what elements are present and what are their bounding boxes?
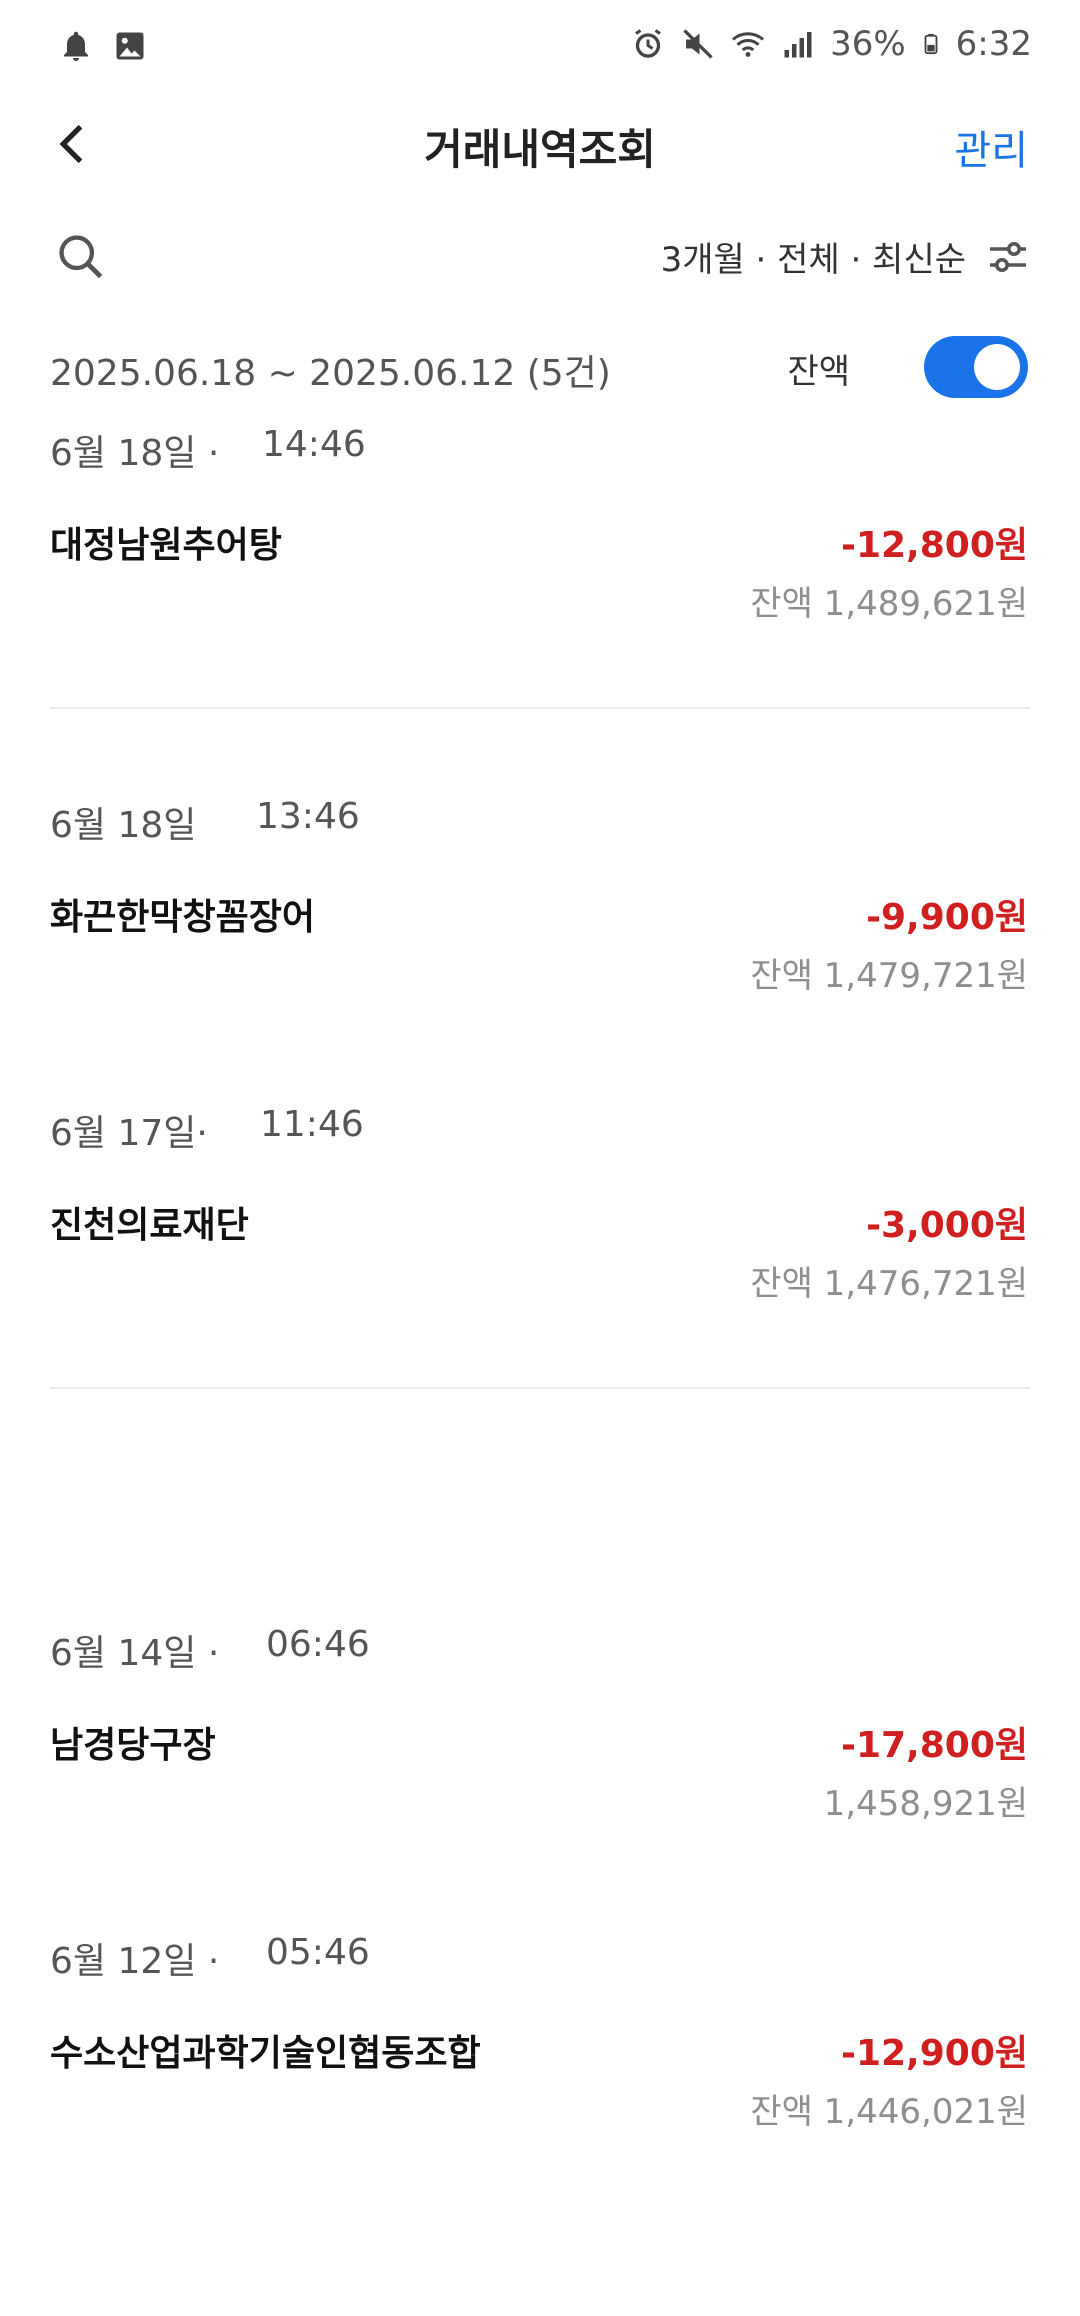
mute-icon: [683, 29, 713, 59]
transaction-amount: -12,900원: [841, 2033, 1028, 2074]
bell-icon: [64, 31, 88, 61]
battery-icon: [924, 33, 938, 55]
transaction-date: 6월 14일 ·: [50, 1633, 220, 1674]
clock: 6:32: [955, 24, 1032, 64]
transaction-time: 14:46: [262, 424, 366, 465]
transaction-date: 6월 12일 ·: [50, 1941, 220, 1982]
transaction-merchant: 남경당구장: [50, 1725, 216, 1766]
filter-summary: 3개월 · 전체 · 최신순: [660, 240, 966, 280]
status-left: [58, 28, 148, 64]
balance-toggle-label: 잔액: [787, 352, 850, 392]
manage-button[interactable]: 관리: [954, 118, 1028, 176]
transaction-balance: 잔액 1,446,021원: [750, 2092, 1028, 2132]
search-icon[interactable]: [54, 230, 106, 282]
transaction-date: 6월 18일: [50, 805, 197, 846]
transaction-amount: -3,000원: [866, 1205, 1028, 1246]
transaction-amount: -17,800원: [841, 1725, 1028, 1766]
balance-toggle[interactable]: [924, 336, 1028, 398]
app-header: 거래내역조회 관리: [0, 100, 1080, 188]
transaction-time: 06:46: [266, 1624, 370, 1665]
transaction-amount: -9,900원: [866, 897, 1028, 938]
status-bar: 36% 6:32: [0, 0, 1080, 90]
transaction-balance: 잔액 1,489,621원: [750, 584, 1028, 624]
transaction-merchant: 대정남원추어탕: [50, 525, 282, 566]
transaction-amount: -12,800원: [841, 525, 1028, 566]
transaction-time: 13:46: [256, 796, 360, 837]
transaction-date: 6월 17일·: [50, 1113, 208, 1154]
image-icon: [116, 32, 144, 60]
filter-settings-icon: [990, 241, 1026, 272]
divider: [50, 707, 1030, 709]
transaction-time: 11:46: [260, 1104, 364, 1145]
page-title: 거래내역조회: [424, 125, 656, 174]
divider: [50, 1387, 1030, 1389]
transaction-merchant: 화끈한막창꼼장어: [50, 897, 315, 938]
filter-button[interactable]: 3개월 · 전체 · 최신순: [661, 232, 1032, 281]
transaction-date: 6월 18일 ·: [50, 433, 220, 474]
transaction-balance: 잔액 1,479,721원: [750, 956, 1028, 996]
signal-icon: [784, 32, 812, 58]
battery-percent: 36%: [830, 24, 906, 64]
toggle-knob: [974, 344, 1020, 390]
wifi-icon: [732, 32, 765, 57]
alarm-icon: [635, 29, 661, 58]
transaction-merchant: 진천의료재단: [50, 1205, 249, 1246]
transaction-time: 05:46: [266, 1932, 370, 1973]
transaction-balance: 1,458,921원: [823, 1784, 1028, 1824]
date-range: 2025.06.18 ~ 2025.06.12 (5건): [50, 353, 611, 394]
transaction-merchant: 수소산업과학기술인협동조합: [50, 2033, 481, 2074]
status-right: 36% 6:32: [630, 24, 1032, 64]
transaction-balance: 잔액 1,476,721원: [750, 1264, 1028, 1304]
